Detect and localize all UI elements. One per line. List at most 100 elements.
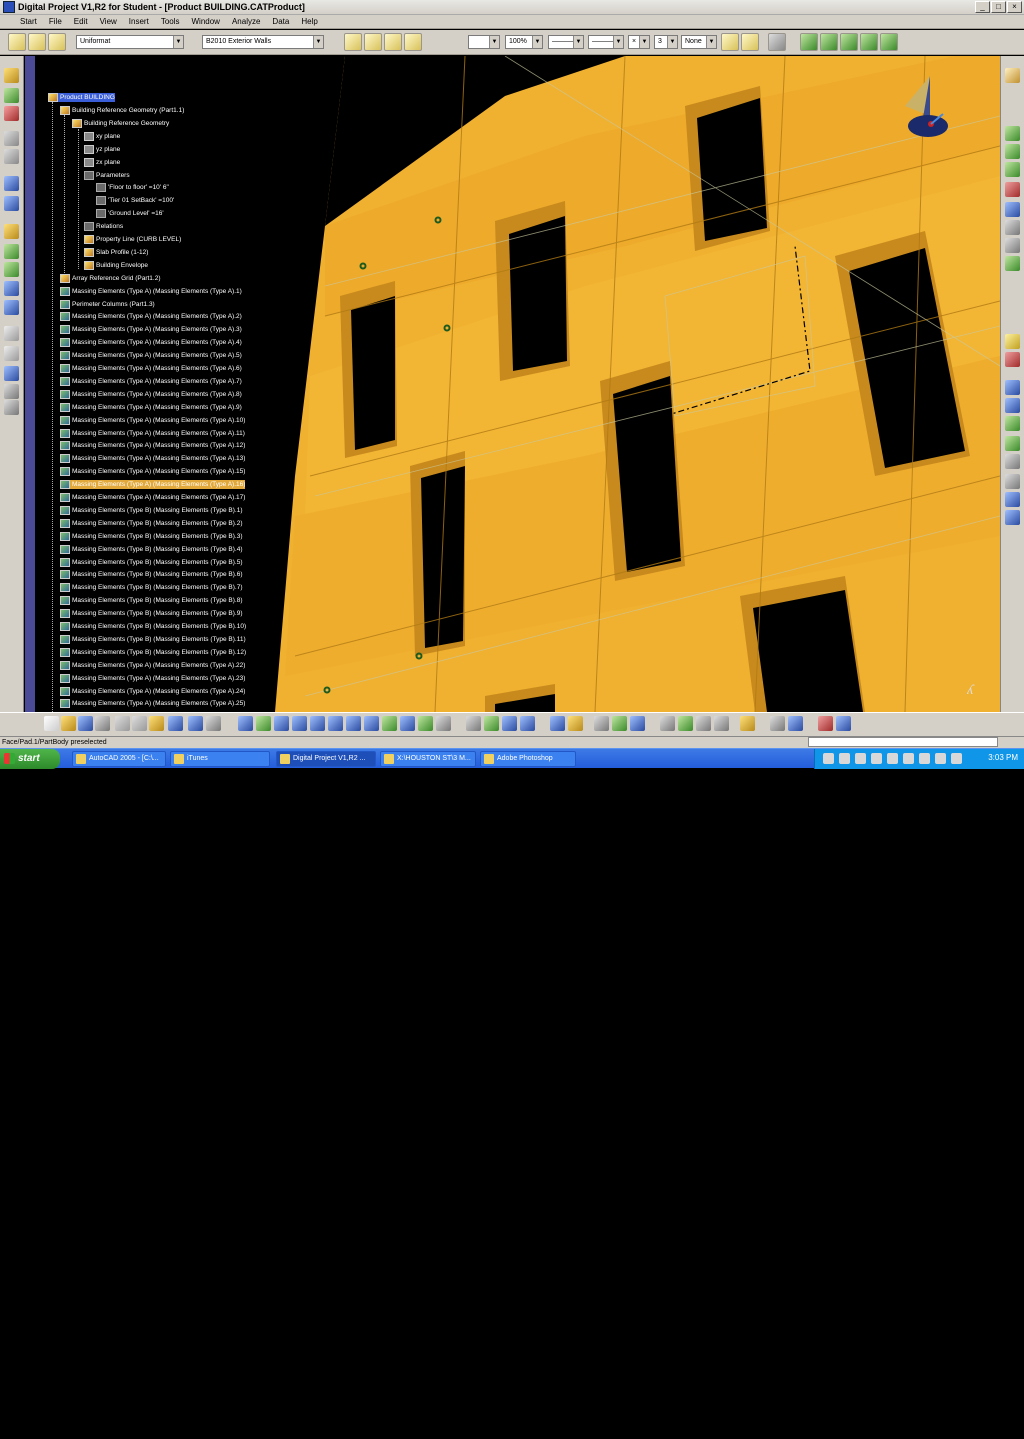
menu-help[interactable]: Help — [295, 17, 323, 26]
tree-node[interactable]: Massing Elements (Type A) (Massing Eleme… — [60, 312, 242, 322]
tree-node[interactable]: Massing Elements (Type A) (Massing Eleme… — [60, 351, 242, 361]
tree-node[interactable]: Massing Elements (Type B) (Massing Eleme… — [60, 622, 246, 631]
assembly-design-icon[interactable] — [484, 716, 499, 731]
structure-icon[interactable] — [1005, 126, 1020, 141]
tree-node[interactable]: Massing Elements (Type A) (Massing Eleme… — [60, 699, 245, 709]
mirror-icon[interactable] — [4, 176, 19, 191]
layer-select[interactable]: None ▼ — [681, 35, 717, 49]
tree-node[interactable]: Relations — [84, 222, 123, 232]
measure-distance-icon[interactable] — [1005, 454, 1020, 469]
tree-node[interactable]: Massing Elements (Type B) (Massing Eleme… — [60, 596, 243, 606]
light-bulb-icon[interactable] — [740, 716, 755, 731]
surface-icon[interactable] — [4, 262, 19, 277]
tree-node[interactable]: Massing Elements (Type A) (Massing Eleme… — [60, 428, 245, 438]
swap-space-icon[interactable] — [418, 716, 433, 731]
tree-node[interactable]: Massing Elements (Type A) (Massing Eleme… — [60, 415, 245, 425]
filter-icon[interactable] — [1005, 238, 1020, 253]
edit-icon[interactable] — [384, 33, 402, 51]
render-icon[interactable] — [4, 384, 19, 399]
formula-icon[interactable] — [4, 346, 19, 361]
assembly-icon[interactable] — [48, 33, 66, 51]
zoom-out-icon[interactable] — [328, 716, 343, 731]
shape-design-icon[interactable] — [502, 716, 517, 731]
undo-icon[interactable] — [168, 716, 183, 731]
menu-window[interactable]: Window — [186, 17, 226, 26]
catalog-browser-icon[interactable] — [1005, 256, 1020, 271]
task-explorer[interactable]: X:\HOUSTON ST\3 M... — [380, 751, 476, 767]
redo-icon[interactable] — [188, 716, 203, 731]
formula-fx-icon[interactable] — [594, 716, 609, 731]
arrows-icon[interactable] — [550, 716, 565, 731]
save-icon[interactable] — [78, 716, 93, 731]
tree-node[interactable]: Massing Elements (Type B) (Massing Eleme… — [60, 609, 243, 619]
pattern-icon[interactable] — [4, 196, 19, 211]
properties-icon[interactable] — [1005, 220, 1020, 235]
zoom-in-icon[interactable] — [310, 716, 325, 731]
menu-data[interactable]: Data — [266, 17, 295, 26]
fly-mode-icon[interactable] — [238, 716, 253, 731]
hide-show-icon[interactable] — [400, 716, 415, 731]
copy-icon[interactable] — [132, 716, 147, 731]
insert-component-icon[interactable] — [344, 33, 362, 51]
check-icon[interactable] — [678, 716, 693, 731]
shading-icon[interactable] — [382, 716, 397, 731]
tree-node[interactable]: Massing Elements (Type A) (Massing Eleme… — [60, 338, 242, 348]
tree-node[interactable]: Massing Elements (Type B) (Massing Eleme… — [60, 634, 246, 644]
replace-component-icon[interactable] — [364, 33, 382, 51]
menu-view[interactable]: View — [94, 17, 123, 26]
close-button[interactable]: × — [1007, 1, 1022, 13]
new-file-icon[interactable] — [44, 716, 59, 731]
tree-root-node[interactable]: Product BUILDING — [48, 93, 115, 102]
paste-icon[interactable] — [149, 716, 164, 731]
rotate-icon[interactable] — [292, 716, 307, 731]
print-icon[interactable] — [95, 716, 110, 731]
refresh-icon[interactable] — [770, 716, 785, 731]
painter-icon[interactable] — [721, 33, 739, 51]
command-input[interactable] — [808, 737, 998, 747]
tree-node[interactable]: Building Reference Geometry — [72, 118, 169, 128]
tree-node[interactable]: Massing Elements (Type B) (Massing Eleme… — [60, 531, 243, 541]
sketch-icon[interactable] — [4, 68, 19, 83]
compare-icon[interactable] — [1005, 510, 1020, 525]
tree-node[interactable]: xy plane — [84, 131, 120, 141]
tree-node[interactable]: Massing Elements (Type B) (Massing Eleme… — [60, 583, 243, 593]
tree-node[interactable]: zx plane — [84, 157, 120, 167]
hierarchy-add-icon[interactable] — [820, 33, 838, 51]
fit-all-icon[interactable] — [256, 716, 271, 731]
tree-node[interactable]: Building Envelope — [84, 260, 148, 270]
tree-node[interactable]: Array Reference Grid (Part1.2) — [60, 273, 161, 283]
menu-file[interactable]: File — [43, 17, 68, 26]
analysis-icon[interactable] — [714, 716, 729, 731]
help-icon[interactable] — [206, 716, 221, 731]
tree-node[interactable]: Massing Elements (Type A) (Massing Eleme… — [60, 376, 242, 386]
table-icon[interactable] — [660, 716, 675, 731]
tree-node[interactable]: 'Ground Level' =16' — [96, 209, 164, 219]
minimize-button[interactable]: _ — [975, 1, 990, 13]
tree-node[interactable]: yz plane — [84, 144, 120, 154]
camera-icon[interactable] — [1005, 380, 1020, 395]
link-icon[interactable] — [788, 716, 803, 731]
number-select[interactable]: 3 ▼ — [654, 35, 678, 49]
measure-icon[interactable] — [4, 131, 19, 146]
capture-icon[interactable] — [436, 716, 451, 731]
annotation-icon[interactable] — [1005, 474, 1020, 489]
tree-node[interactable]: Massing Elements (Type A) (Massing Eleme… — [60, 686, 245, 696]
tree-node[interactable]: Massing Elements (Type A) (Massing Eleme… — [60, 325, 242, 335]
measure-item-icon[interactable] — [696, 716, 711, 731]
tree-node[interactable]: Massing Elements (Type B) (Massing Eleme… — [60, 570, 243, 580]
app-icon[interactable] — [3, 1, 15, 13]
hierarchy-remove-icon[interactable] — [840, 33, 858, 51]
structure-3-icon[interactable] — [1005, 162, 1020, 177]
zoom-select[interactable]: 100% ▼ — [505, 35, 543, 49]
tree-node[interactable]: Massing Elements (Type A) (Massing Eleme… — [60, 493, 245, 502]
tree-node[interactable]: Massing Elements (Type A) (Massing Eleme… — [60, 286, 242, 296]
pan-icon[interactable] — [274, 716, 289, 731]
tree-node[interactable]: Massing Elements (Type B) (Massing Eleme… — [60, 557, 243, 567]
snap-icon[interactable] — [568, 716, 583, 731]
document-icon[interactable] — [1005, 202, 1020, 217]
gt-support-label[interactable]: GT support — [984, 1425, 1010, 1439]
task-digital-project[interactable]: Digital Project V1,R2 ... — [276, 751, 376, 767]
join-icon[interactable] — [4, 281, 19, 296]
part-icon[interactable] — [28, 33, 46, 51]
tree-node[interactable]: Massing Elements (Type A) (Massing Eleme… — [60, 364, 242, 373]
